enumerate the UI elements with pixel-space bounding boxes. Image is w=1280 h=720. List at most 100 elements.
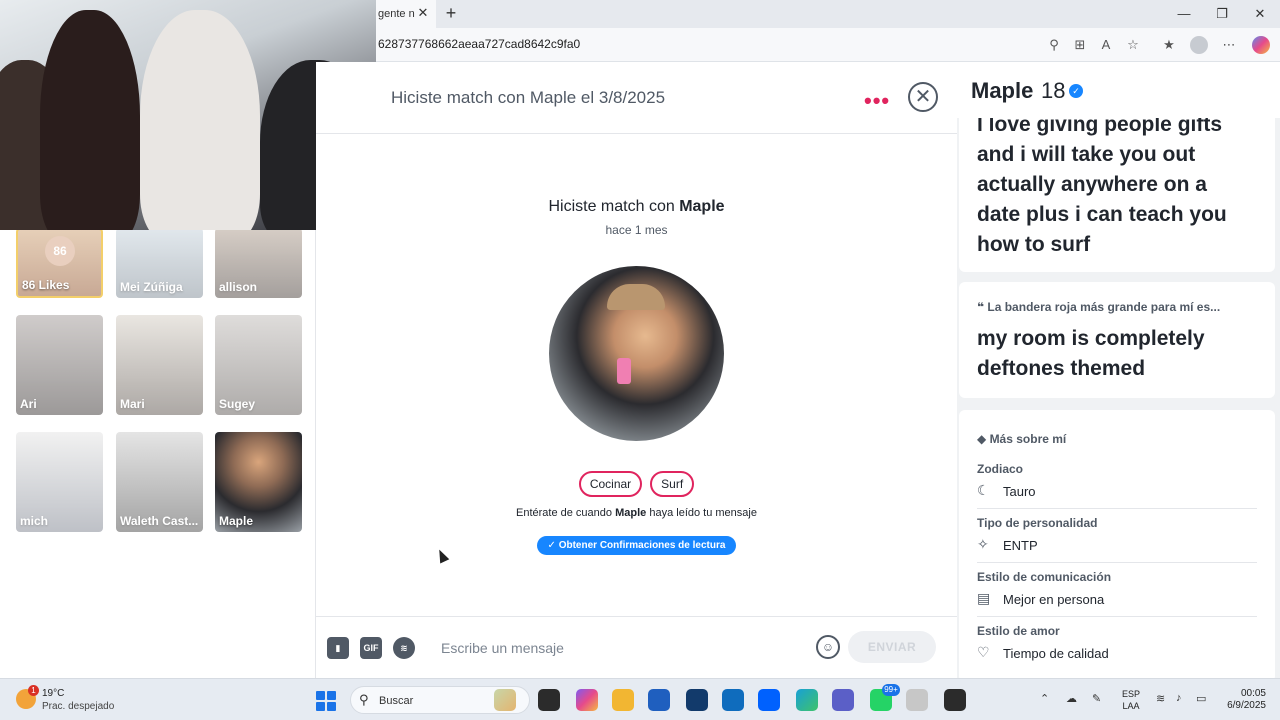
personality-label: Tipo de personalidad (977, 516, 1098, 530)
weather-condition[interactable]: Prac. despejado (42, 701, 114, 712)
app-icon[interactable] (686, 689, 708, 711)
love-style-label: Estilo de amor (977, 624, 1060, 638)
media-app-icon[interactable] (944, 689, 966, 711)
read-aloud-icon[interactable]: A (1097, 36, 1115, 54)
personality-value: ENTP (1003, 538, 1038, 553)
heart-chat-icon: ♡ (977, 644, 990, 660)
pen-icon[interactable]: ✎ (1092, 692, 1101, 705)
match-card[interactable]: Ari (16, 315, 103, 415)
likes-card[interactable]: 86 86 Likes (16, 228, 103, 298)
more-options-icon[interactable]: ••• (864, 88, 890, 114)
copilot-icon[interactable] (1252, 36, 1270, 54)
location-icon[interactable]: ⚲ (1045, 36, 1063, 54)
chat-panel: Hiciste match con Maple el 3/8/2025 ••• … (316, 62, 957, 678)
check-icon: ✓ (547, 540, 556, 551)
favorite-star-icon[interactable]: ☆ (1124, 36, 1142, 54)
match-name: Mari (120, 397, 145, 411)
match-avatar[interactable] (549, 266, 724, 441)
message-input[interactable] (441, 635, 801, 661)
teams-badge: 99+ (882, 684, 900, 696)
language-indicator[interactable]: ESP LAA (1122, 688, 1140, 712)
widget-app-icon[interactable] (494, 689, 516, 711)
prompt-question: ❝ La bandera roja más grande para mí es.… (977, 300, 1257, 314)
wifi-icon[interactable]: ≋ (1156, 692, 1165, 705)
likes-label: 86 Likes (22, 278, 70, 292)
read-receipt-notice: Entérate de cuando Maple haya leído tu m… (316, 507, 957, 519)
match-ago: hace 1 mes (605, 223, 668, 237)
close-window-button[interactable]: ✕ (1240, 4, 1280, 24)
edge-icon[interactable] (796, 689, 818, 711)
match-card[interactable]: mich (16, 432, 103, 532)
match-card[interactable]: Sugey (215, 315, 302, 415)
dropbox-icon[interactable] (758, 689, 780, 711)
volume-icon[interactable]: ♪ (1176, 692, 1182, 704)
restore-button[interactable]: ❐ (1202, 4, 1242, 24)
about-title: ◆ Más sobre mí (977, 432, 1066, 446)
webcam-person (140, 10, 260, 230)
bio-line: and i will take you out (977, 143, 1196, 166)
cloud-icon[interactable]: ☁ (1066, 692, 1077, 705)
temperature[interactable]: 19°C (42, 688, 64, 699)
copilot-app-icon[interactable] (576, 689, 598, 711)
whatsapp-icon[interactable]: 99+ (870, 684, 900, 711)
message-composer: ▮ GIF ≋ ☺ ENVIAR (316, 616, 957, 678)
moon-icon: ☾ (977, 482, 990, 498)
prompt-answer: my room is completely (977, 327, 1205, 350)
read-receipts-button[interactable]: ✓ Obtener Confirmaciones de lectura (537, 536, 736, 555)
profile-name: Maple (971, 78, 1034, 103)
spotify-icon[interactable]: ≋ (393, 637, 415, 659)
teams-icon[interactable] (832, 689, 854, 711)
zodiac-label: Zodiaco (977, 462, 1024, 476)
zodiac-value: Tauro (1003, 484, 1036, 499)
emoji-icon[interactable]: ☺ (816, 635, 840, 659)
start-button[interactable] (316, 691, 336, 711)
match-card[interactable]: allison (215, 228, 302, 298)
match-name: Maple (679, 198, 725, 215)
profile-header: Maple 18 ✓ (957, 62, 1280, 118)
system-clock[interactable]: 00:05 6/9/2025 (1222, 688, 1266, 712)
match-name: Maple (219, 514, 254, 528)
contact-card-icon[interactable]: ▮ (327, 637, 349, 659)
file-explorer-icon[interactable] (612, 689, 634, 711)
chat-header: Hiciste match con Maple el 3/8/2025 ••• … (316, 62, 957, 134)
match-card[interactable]: Mari (116, 315, 203, 415)
interest-chip: Cocinar (578, 471, 643, 497)
layout-code: LAA (1122, 701, 1140, 711)
read-receipts-label: Obtener Confirmaciones de lectura (558, 540, 726, 551)
match-card[interactable]: Waleth Cast... (116, 432, 203, 532)
phone-shape (617, 358, 631, 384)
terminal-icon[interactable] (538, 689, 560, 711)
search-label: Buscar (379, 695, 414, 707)
outlook-icon[interactable] (722, 689, 744, 711)
weather-badge: 1 (28, 685, 39, 696)
about-title-text: Más sobre mí (989, 432, 1067, 446)
puzzle-icon: ✧ (977, 536, 989, 552)
close-chat-button[interactable]: ✕ (908, 82, 938, 112)
battery-icon[interactable]: ▭ (1196, 692, 1206, 705)
search-icon: ⚲ (359, 692, 369, 707)
url-field[interactable]: 628737768662aeaa727cad8642c9fa0 (378, 37, 580, 51)
minimize-button[interactable]: — (1164, 4, 1204, 24)
bio-line: actually anywhere on a (977, 173, 1207, 196)
chevron-up-icon[interactable]: ⌃ (1040, 692, 1049, 705)
store-icon[interactable] (648, 689, 670, 711)
interests-list: Cocinar Surf (316, 471, 957, 497)
cap-shape (607, 284, 665, 310)
send-button[interactable]: ENVIAR (848, 631, 936, 663)
tab-close-icon[interactable]: ✕ (416, 6, 430, 20)
snipping-tool-icon[interactable] (906, 689, 928, 711)
webcam-person (40, 10, 140, 230)
new-tab-button[interactable]: + (442, 3, 460, 23)
apps-icon[interactable]: ⊞ (1071, 36, 1089, 54)
profile-age: 18 (1041, 78, 1066, 103)
match-name: Waleth Cast... (120, 514, 199, 528)
profile-avatar-icon[interactable] (1190, 36, 1208, 54)
taskbar: 1 19°C Prac. despejado ⚲ Buscar 99+ ⌃ ☁ … (0, 678, 1280, 720)
favorites-icon[interactable]: ★ (1160, 36, 1178, 54)
communication-value: Mejor en persona (1003, 592, 1105, 607)
bio-line: how to surf (977, 233, 1091, 256)
match-card[interactable]: Mei Zúñiga (116, 228, 203, 298)
match-card-selected[interactable]: Maple (215, 432, 302, 532)
gif-button[interactable]: GIF (360, 637, 382, 659)
more-options-icon[interactable]: ⋯ (1220, 36, 1238, 54)
